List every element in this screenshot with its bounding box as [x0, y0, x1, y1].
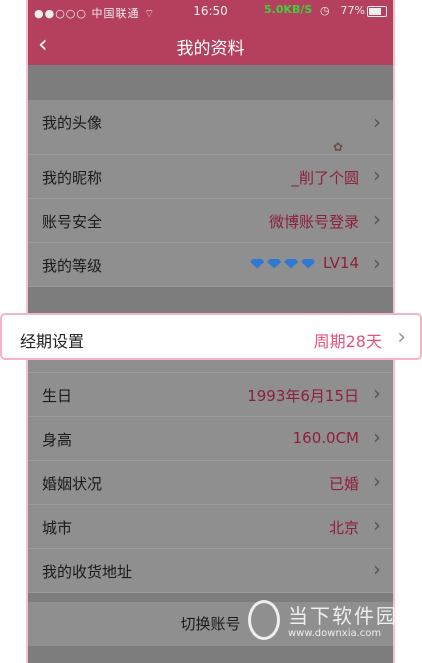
diamond-icon	[250, 258, 265, 269]
page-title: 我的资料	[176, 39, 245, 59]
avatar-row[interactable]: 我的头像 ✿ ›	[28, 100, 393, 155]
birthday-value: 1993年6月15日	[247, 387, 359, 405]
battery-icon	[367, 6, 387, 17]
cycle-value: 周期28天	[313, 332, 382, 351]
shipping-address-row[interactable]: 我的收货地址 ›	[28, 549, 393, 593]
birthday-label: 生日	[42, 387, 73, 405]
city-label: 城市	[42, 519, 73, 537]
watermark: 当下软件园 www.downxia.com	[248, 598, 408, 648]
chevron-right-icon: ›	[373, 251, 381, 275]
bottom-gap	[28, 646, 393, 663]
height-row[interactable]: 身高 160.0CM ›	[28, 417, 393, 461]
chevron-right-icon: ›	[373, 163, 381, 187]
chevron-right-icon: ›	[397, 325, 406, 350]
avatar-label: 我的头像	[42, 114, 103, 132]
chevron-right-icon: ›	[373, 557, 381, 581]
level-label: 我的等级	[42, 257, 103, 275]
city-row[interactable]: 城市 北京 ›	[28, 505, 393, 549]
level-display: LV14	[250, 254, 359, 272]
avatar[interactable]: ✿	[333, 140, 353, 154]
nickname-value: _削了个圆	[291, 169, 359, 187]
nav-bar: ‹ 我的资料	[28, 24, 393, 65]
security-value: 微博账号登录	[268, 213, 359, 231]
section-gap	[28, 65, 393, 100]
account-security-row[interactable]: 账号安全 微博账号登录 ›	[28, 199, 393, 243]
clock: 16:50	[193, 4, 228, 18]
watermark-title: 当下软件园	[288, 604, 398, 628]
marital-status-row[interactable]: 婚姻状况 已婚 ›	[28, 461, 393, 505]
chevron-right-icon: ›	[373, 513, 381, 537]
cycle-settings-row[interactable]: 经期设置 周期28天 ›	[0, 313, 422, 360]
watermark-logo-icon	[248, 600, 280, 640]
address-label: 我的收货地址	[42, 563, 133, 581]
network-speed: 5.0KB/S	[264, 3, 313, 16]
security-label: 账号安全	[42, 213, 103, 231]
level-row[interactable]: 我的等级 LV14 ›	[28, 243, 393, 287]
diamond-icon	[267, 258, 282, 269]
chevron-right-icon: ›	[373, 425, 381, 449]
alarm-icon: ◷	[320, 4, 330, 17]
city-value: 北京	[328, 519, 359, 537]
nickname-row[interactable]: 我的昵称 _削了个圆 ›	[28, 155, 393, 199]
height-value: 160.0CM	[292, 429, 359, 447]
battery-percent: 77%	[340, 4, 365, 17]
chevron-right-icon: ›	[373, 207, 381, 231]
marital-value: 已婚	[328, 475, 359, 493]
chevron-right-icon: ›	[373, 469, 381, 493]
chevron-right-icon: ›	[373, 381, 381, 405]
diamond-icon	[284, 258, 299, 269]
birthday-row[interactable]: 生日 1993年6月15日 ›	[28, 373, 393, 417]
nickname-label: 我的昵称	[42, 169, 103, 187]
diamond-icon	[301, 258, 316, 269]
height-label: 身高	[42, 431, 73, 449]
cycle-label: 经期设置	[20, 332, 85, 351]
marital-label: 婚姻状况	[42, 475, 103, 493]
chevron-right-icon: ›	[373, 110, 381, 134]
status-bar: ●●○○○ 中国联通 ⌔ 16:50 5.0KB/S ◷ 77%	[28, 0, 393, 24]
watermark-url: www.downxia.com	[288, 628, 382, 639]
level-value: LV14	[322, 254, 359, 272]
